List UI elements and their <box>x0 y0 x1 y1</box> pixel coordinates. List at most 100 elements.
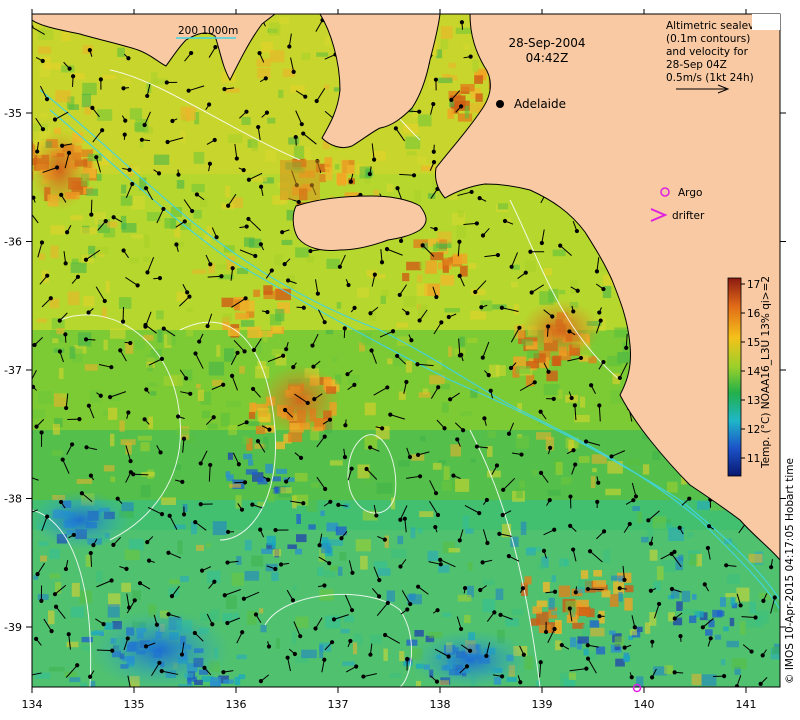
velocity-vector-head <box>459 352 464 357</box>
sst-pixel <box>536 432 552 440</box>
sst-pixel <box>370 634 382 644</box>
velocity-vector-head <box>349 608 355 613</box>
sst-pixel <box>607 355 622 367</box>
sst-pixel <box>629 629 638 636</box>
sst-pixel <box>242 435 250 444</box>
velocity-vector-head <box>753 615 758 620</box>
sst-pixel <box>352 642 358 655</box>
velocity-vector-head <box>121 86 126 91</box>
velocity-vector-head <box>431 101 436 107</box>
velocity-vector-head <box>301 131 306 136</box>
velocity-vector-head <box>244 420 249 425</box>
velocity-vector-head <box>436 385 441 390</box>
sst-pixel <box>278 89 284 98</box>
velocity-vector-head <box>384 247 390 252</box>
velocity-vector-head <box>482 416 487 421</box>
velocity-vector-head <box>567 329 572 334</box>
sst-pixel <box>161 497 177 506</box>
velocity-vector-head <box>180 479 185 484</box>
velocity-vector-head <box>411 173 417 178</box>
sst-pixel <box>448 547 460 553</box>
sst-pixel <box>427 550 439 561</box>
velocity-vector-head <box>266 477 271 482</box>
velocity-vector-head <box>52 592 58 597</box>
velocity-vector-head <box>488 388 493 393</box>
velocity-vector-head <box>597 614 602 619</box>
warm-pixel <box>443 257 452 266</box>
sst-pixel <box>244 570 260 581</box>
cool-pixel <box>296 513 301 524</box>
velocity-vector-head <box>67 66 72 71</box>
velocity-vector-head <box>226 203 231 208</box>
sst-pixel <box>415 680 422 687</box>
sst-pixel <box>311 482 320 488</box>
velocity-vector-head <box>132 598 137 603</box>
velocity-vector-head <box>367 171 372 177</box>
velocity-vector-head <box>669 551 674 556</box>
sst-pixel <box>582 624 590 637</box>
velocity-vector-head <box>518 680 523 685</box>
velocity-vector-head <box>700 625 705 630</box>
velocity-vector-head <box>159 669 164 674</box>
sst-pixel <box>256 58 271 67</box>
velocity-vector-head <box>457 538 462 543</box>
sst-pixel <box>135 340 145 350</box>
velocity-vector-head <box>552 589 558 594</box>
velocity-vector-head <box>182 219 187 224</box>
velocity-vector-head <box>434 679 440 684</box>
sst-pixel <box>50 225 65 235</box>
sst-pixel <box>251 139 259 152</box>
sst-pixel <box>212 521 227 536</box>
y-tick-label: -38 <box>4 493 22 506</box>
velocity-vector-head <box>492 610 497 615</box>
sst-pixel <box>196 544 205 551</box>
cool-pixel <box>589 620 600 628</box>
velocity-vector-head <box>174 242 179 247</box>
sst-pixel <box>295 616 309 629</box>
cool-pixel <box>272 476 281 482</box>
sst-pixel <box>519 480 525 489</box>
sst-pixel <box>274 254 283 266</box>
velocity-vector-head <box>285 278 291 283</box>
cool-pixel <box>729 617 735 627</box>
cool-pixel <box>265 463 273 474</box>
velocity-vector-head <box>199 568 205 573</box>
sst-pixel <box>389 673 402 678</box>
velocity-vector-head <box>244 224 249 229</box>
sst-pixel <box>551 575 556 583</box>
velocity-vector-head <box>377 594 382 599</box>
sst-pixel <box>260 624 267 633</box>
velocity-vector-head <box>408 601 413 607</box>
sst-pixel <box>143 256 151 263</box>
sst-pixel <box>216 264 228 270</box>
velocity-vector-head <box>208 462 213 468</box>
sst-pixel <box>40 555 48 562</box>
velocity-vector-head <box>240 630 245 635</box>
sst-pixel <box>225 595 237 609</box>
velocity-vector-head <box>520 586 526 591</box>
sst-pixel <box>497 203 509 210</box>
velocity-vector-head <box>649 675 655 680</box>
velocity-vector-head <box>156 171 162 176</box>
colorbar-tick-label: 17 <box>747 279 760 291</box>
velocity-vector-head <box>34 636 39 641</box>
velocity-vector-head <box>244 109 249 114</box>
sst-pixel <box>355 539 372 552</box>
velocity-vector-head <box>434 294 439 300</box>
sst-pixel <box>329 460 343 466</box>
sst-pixel <box>740 621 746 635</box>
cool-pixel <box>623 655 631 661</box>
velocity-vector-head <box>601 359 606 365</box>
sst-pixel <box>449 101 455 108</box>
velocity-vector-head <box>758 681 763 686</box>
sst-pixel <box>555 461 563 475</box>
sst-pixel <box>280 487 292 494</box>
velocity-vector-head <box>327 417 333 422</box>
sst-pixel <box>59 393 67 398</box>
velocity-vector-head <box>109 578 114 583</box>
sst-pixel <box>544 267 553 276</box>
velocity-vector-head <box>656 601 662 607</box>
velocity-vector-head <box>473 289 478 295</box>
velocity-vector-head <box>385 385 390 390</box>
sst-pixel <box>386 183 394 192</box>
